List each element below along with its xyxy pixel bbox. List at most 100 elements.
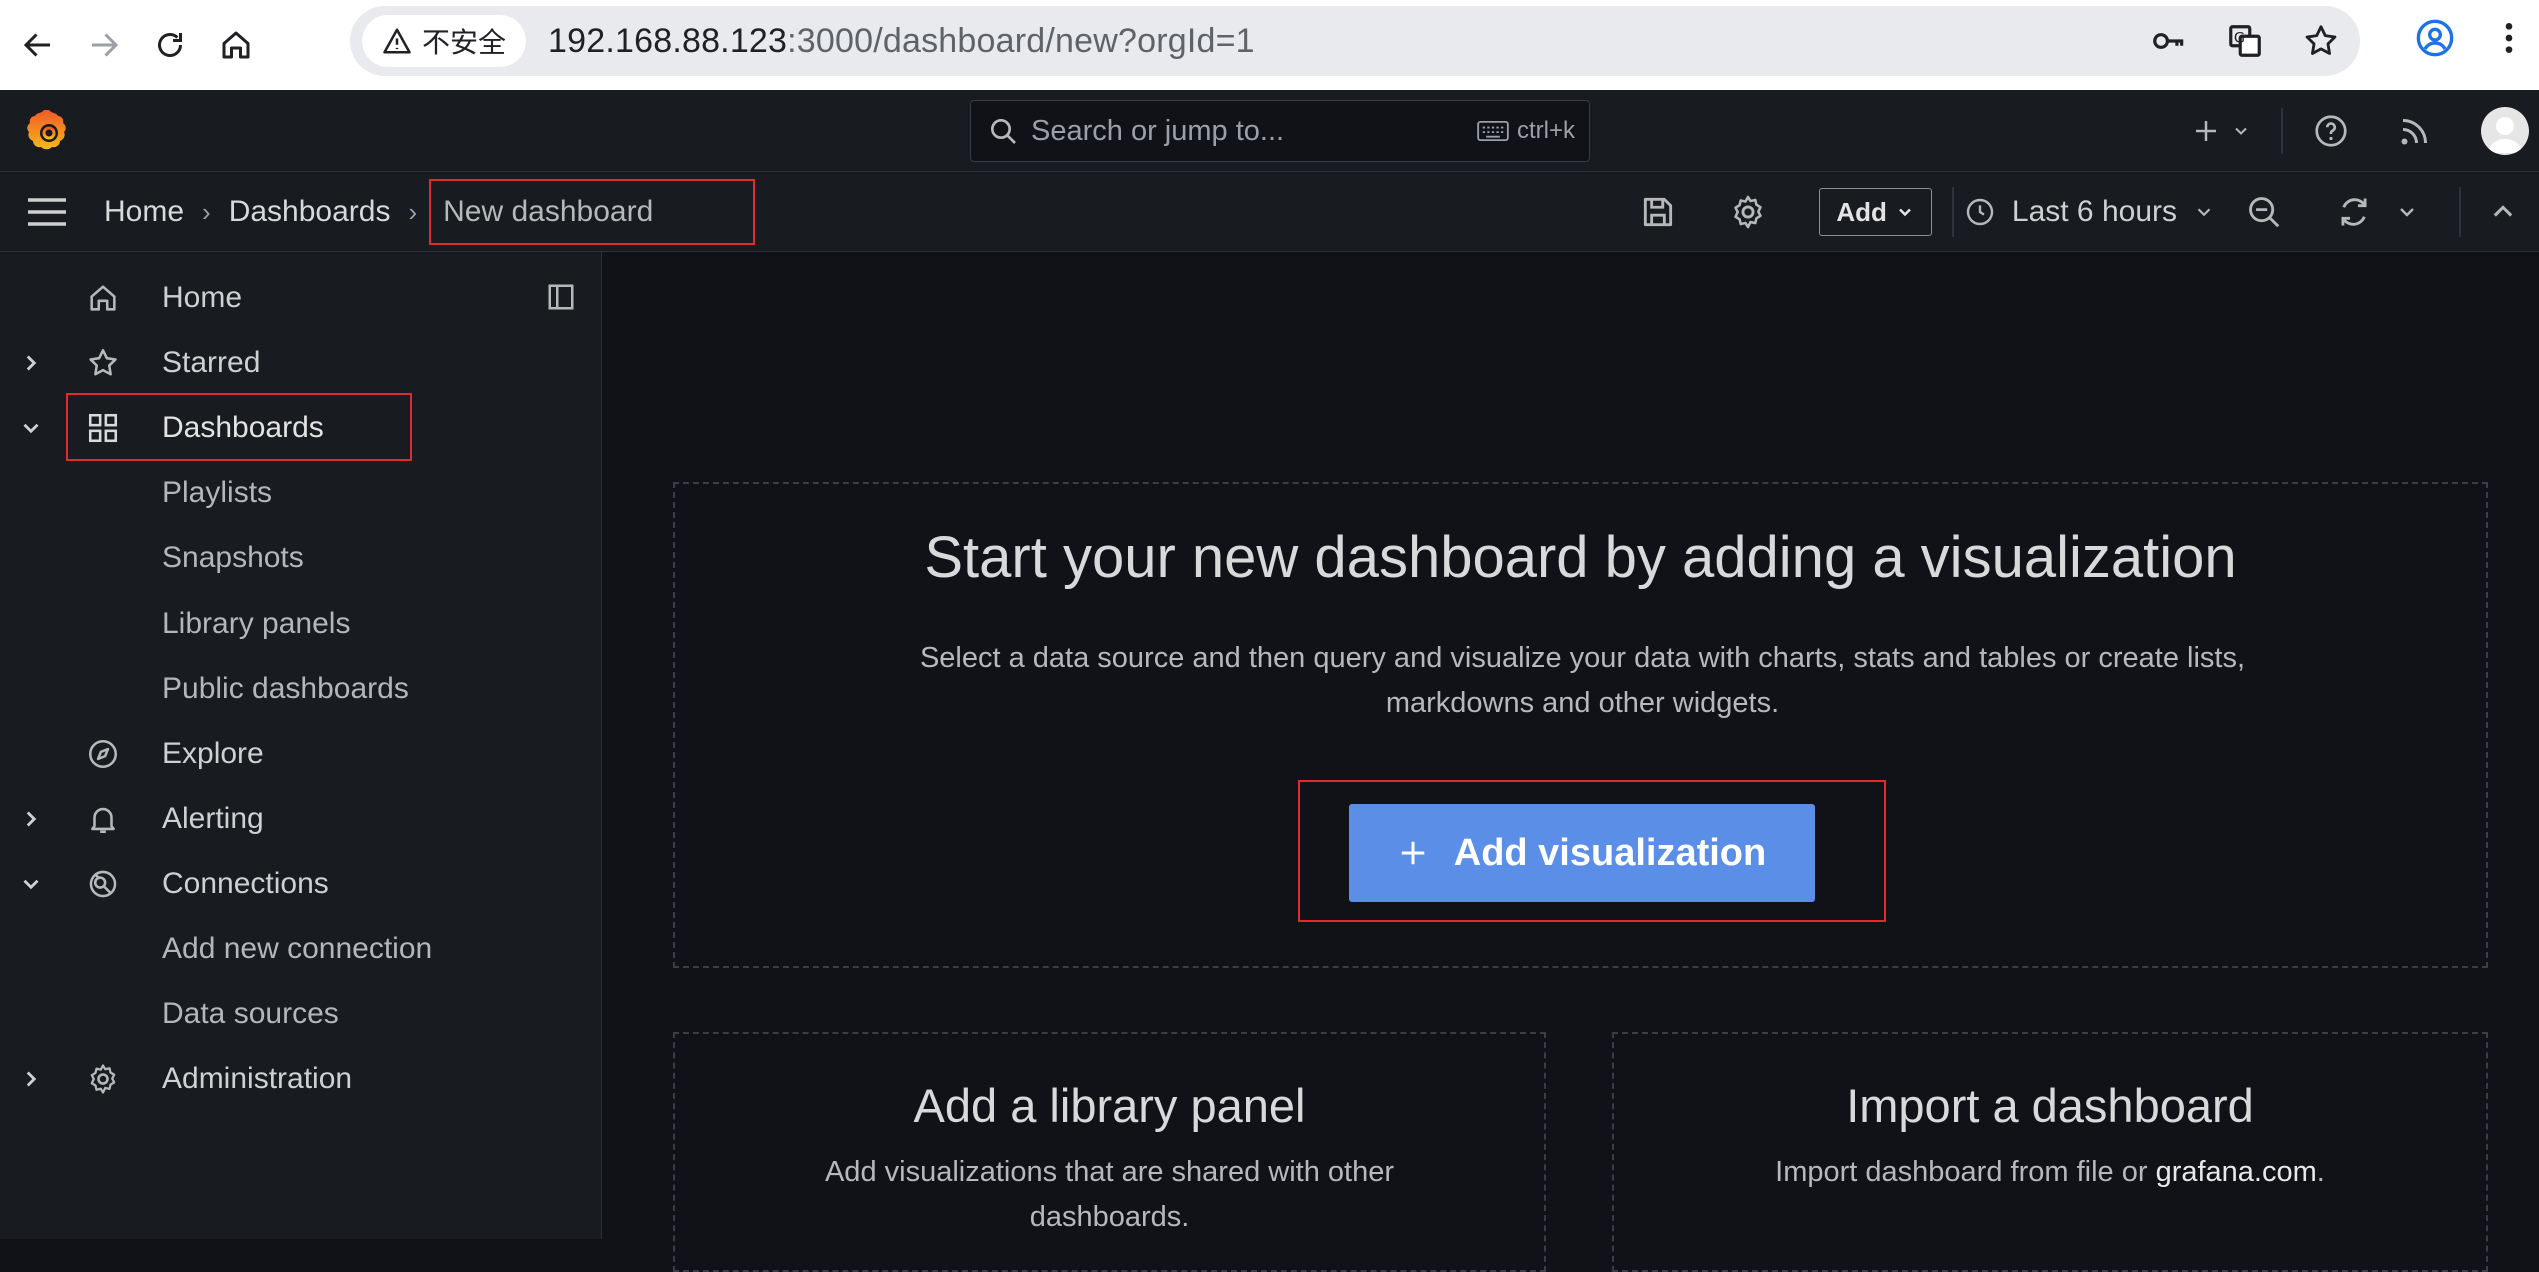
plus-icon	[1401, 841, 1424, 865]
add-button-label: Add	[1836, 196, 1887, 227]
sidebar-item-label: Snapshots	[162, 541, 304, 574]
home-icon	[90, 285, 116, 311]
insecure-label: 不安全	[422, 27, 507, 58]
empty-dashboard-panel: Start your new dashboard by adding a vis…	[673, 482, 2488, 968]
reload-button[interactable]	[142, 17, 198, 73]
empty-dashboard-description: Select a data source and then query and …	[919, 642, 2246, 719]
sidebar-item-label: Connections	[162, 867, 329, 900]
refresh-icon[interactable]	[2335, 193, 2373, 231]
sidebar-item-label: Administration	[162, 1062, 353, 1095]
sidebar-item-explore[interactable]: Explore	[0, 722, 602, 786]
sidebar-item-public-dashboards[interactable]: Public dashboards	[0, 657, 602, 721]
sidebar-item-label: Add new connection	[162, 932, 433, 965]
breadcrumb-home[interactable]: Home	[104, 195, 184, 229]
address-bar[interactable]: 不安全 192.168.88.123:3000/dashboard/new?or…	[350, 6, 2360, 76]
menu-icon[interactable]	[26, 194, 68, 230]
sidebar-item-starred[interactable]: Starred	[0, 331, 602, 395]
forward-button[interactable]	[76, 17, 132, 73]
chevron-right-icon[interactable]	[18, 1066, 44, 1092]
chevron-down-icon	[2197, 208, 2211, 217]
sidebar-item-playlists[interactable]: Playlists	[0, 461, 602, 525]
import-dashboard-description: Import dashboard from file or grafana.co…	[1614, 1150, 2486, 1195]
kebab-menu-icon[interactable]	[2489, 18, 2529, 58]
search-icon	[991, 119, 1016, 144]
toolbar-divider	[1951, 187, 1954, 237]
plus-icon	[2196, 121, 2216, 141]
keyboard-icon	[1477, 120, 1509, 142]
help-icon[interactable]	[2313, 113, 2349, 149]
search-shortcut-hint: ctrl+k	[1477, 117, 1575, 145]
back-button[interactable]	[10, 17, 66, 73]
library-panel-description: Add visualizations that are shared with …	[824, 1156, 1395, 1233]
chevron-down-icon	[2235, 127, 2247, 135]
grafana-com-link[interactable]: grafana.com	[2156, 1156, 2317, 1188]
sidebar-item-add-new-connection[interactable]: Add new connection	[0, 917, 602, 981]
grafana-topbar: Search or jump to... ctrl+k	[0, 90, 2539, 172]
import-description-text: Import dashboard from file or	[1775, 1156, 2156, 1188]
library-panel-title: Add a library panel	[913, 1079, 1306, 1132]
chevron-right-icon[interactable]	[18, 350, 44, 376]
warning-icon	[383, 28, 411, 54]
zoom-out-icon[interactable]	[2245, 193, 2283, 231]
bookmark-star-icon[interactable]	[2302, 22, 2340, 60]
search-input[interactable]: Search or jump to... ctrl+k	[970, 100, 1590, 162]
time-range-label: Last 6 hours	[2011, 195, 2177, 228]
breadcrumb-dashboards[interactable]: Dashboards	[229, 195, 391, 229]
sidebar-item-administration[interactable]: Administration	[0, 1047, 602, 1111]
sidebar-item-data-sources[interactable]: Data sources	[0, 982, 602, 1046]
sidebar-item-label: Starred	[162, 346, 261, 379]
mega-menu-sidebar: Home Starred Dashboards Playlists Snapsh…	[0, 252, 602, 1239]
save-icon[interactable]	[1639, 193, 1677, 231]
star-icon	[89, 348, 117, 376]
sidebar-item-snapshots[interactable]: Snapshots	[0, 526, 602, 590]
house-icon	[222, 31, 250, 59]
translate-icon[interactable]: G	[2226, 22, 2264, 60]
chevron-up-icon[interactable]	[2489, 198, 2517, 226]
sidebar-item-label: Home	[162, 281, 243, 314]
chevron-down-icon[interactable]	[18, 871, 44, 897]
chevron-down-icon	[1899, 208, 1911, 217]
breadcrumb: Home › Dashboards › New dashboard	[104, 172, 756, 252]
breadcrumb-current-dashboard: New dashboard	[429, 179, 756, 245]
connections-icon	[89, 870, 117, 898]
highlight-box-dashboards	[66, 393, 412, 461]
chevron-down-icon[interactable]	[18, 415, 44, 441]
sidebar-item-alerting[interactable]: Alerting	[0, 787, 602, 851]
bell-icon	[91, 807, 115, 834]
library-panel-card[interactable]: Add a library panel Add visualizations t…	[673, 1032, 1546, 1272]
settings-gear-icon[interactable]	[1729, 193, 1767, 231]
url-text[interactable]: 192.168.88.123:3000/dashboard/new?orgId=…	[548, 22, 1255, 61]
sidebar-item-connections[interactable]: Connections	[0, 852, 602, 916]
news-feed-icon[interactable]	[2397, 113, 2433, 149]
import-description-end: .	[2316, 1156, 2325, 1188]
import-dashboard-card[interactable]: Import a dashboard Import dashboard from…	[1612, 1032, 2488, 1272]
time-range-picker[interactable]: Last 6 hours	[1964, 195, 2215, 229]
chevron-right-icon[interactable]	[18, 806, 44, 832]
arrow-right-icon	[92, 33, 119, 57]
key-icon[interactable]	[2150, 22, 2188, 60]
empty-dashboard-title: Start your new dashboard by adding a vis…	[924, 525, 2237, 590]
home-button[interactable]	[208, 17, 264, 73]
sidebar-item-label: Explore	[162, 737, 264, 770]
dashboard-navbar: Home › Dashboards › New dashboard Add La…	[0, 172, 2539, 252]
dashboard-canvas: Start your new dashboard by adding a vis…	[603, 252, 2539, 1272]
sidebar-item-home[interactable]: Home	[0, 266, 602, 330]
url-path: :3000/dashboard/new?orgId=1	[787, 21, 1255, 60]
add-dropdown-button[interactable]: Add	[1819, 188, 1932, 236]
sidebar-item-label: Alerting	[162, 802, 264, 835]
toolbar-divider	[2459, 187, 2461, 237]
sidebar-item-library-panels[interactable]: Library panels	[0, 592, 602, 656]
grafana-logo-icon[interactable]	[24, 106, 74, 156]
add-visualization-button[interactable]: Add visualization	[1349, 804, 1815, 902]
profile-icon[interactable]	[2415, 18, 2455, 58]
reload-icon	[158, 33, 182, 57]
sidebar-item-label: Playlists	[162, 476, 273, 509]
breadcrumb-separator: ›	[202, 196, 211, 227]
site-security-chip[interactable]: 不安全	[362, 15, 527, 67]
refresh-interval-chevron-icon[interactable]	[2395, 200, 2419, 224]
browser-toolbar: 不安全 192.168.88.123:3000/dashboard/new?or…	[0, 0, 2539, 90]
new-menu-button[interactable]	[2191, 116, 2251, 146]
svg-text:G: G	[2234, 31, 2245, 47]
topbar-divider	[2281, 108, 2283, 154]
user-avatar[interactable]	[2481, 107, 2529, 155]
